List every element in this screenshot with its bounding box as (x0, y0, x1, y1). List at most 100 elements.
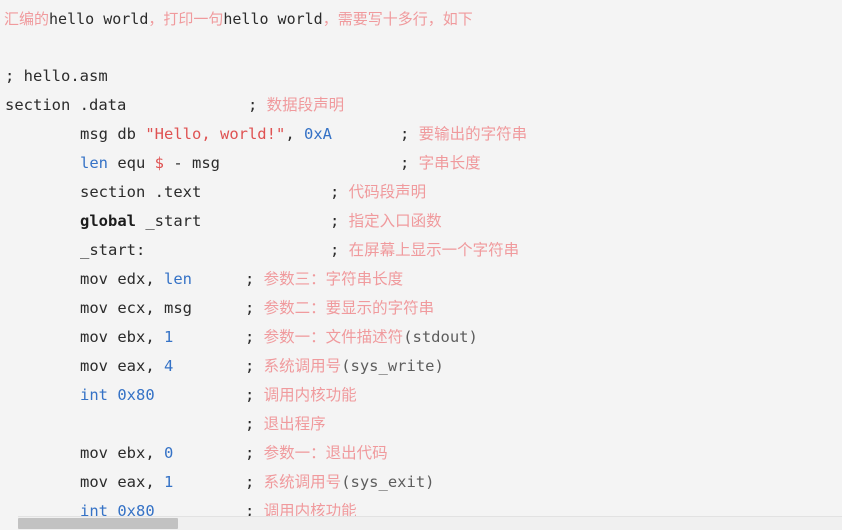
code-line: mov eax, 4 ; 系统调用号(sys_write) (0, 352, 842, 381)
code-token: 0x80 (117, 386, 155, 404)
code-token: section .data (5, 96, 127, 114)
code-line-comment: ; 参数一：文件描述符(stdout) (245, 323, 478, 352)
code-line: mov edx, len; 参数三：字符串长度 (0, 265, 842, 294)
comment-text: 退出程序 (254, 415, 326, 433)
comment-semicolon: ; (245, 415, 255, 433)
comment-semicolon: ; (330, 212, 340, 230)
code-line-comment: ; 参数三：字符串长度 (245, 265, 403, 294)
code-line-source: mov eax, 4 (80, 352, 173, 381)
code-line: len equ $ - msg; 字串长度 (0, 149, 842, 178)
comment-semicolon: ; (245, 357, 255, 375)
code-token: global (80, 212, 136, 230)
comment-text: 在屏幕上显示一个字符串 (339, 241, 520, 259)
code-line-comment: ; 参数二：要显示的字符串 (245, 294, 434, 323)
comment-semicolon: ; (245, 386, 255, 404)
horizontal-scrollbar-thumb[interactable] (18, 518, 178, 529)
comment-semicolon: ; (400, 154, 410, 172)
comment-text: 字串长度 (409, 154, 481, 172)
code-token: 1 (164, 328, 174, 346)
code-token: 1 (164, 473, 174, 491)
comment-text: 参数一：文件描述符 (254, 328, 404, 346)
code-line-comment: ; 在屏幕上显示一个字符串 (330, 236, 519, 265)
comment-text: 数据段声明 (257, 96, 345, 114)
code-line-source: global _start (80, 207, 201, 236)
code-line: mov eax, 1 ; 系统调用号(sys_exit) (0, 468, 842, 497)
comment-semicolon: ; (245, 270, 255, 288)
code-line-comment: ; 要输出的字符串 (400, 120, 527, 149)
code-line-comment: ; 系统调用号(sys_write) (245, 352, 444, 381)
code-token: mov eax, (80, 473, 164, 491)
comment-text: 调用内核功能 (254, 386, 357, 404)
intro-segment: ，打印一句 (148, 10, 224, 28)
comment-semicolon: ; (248, 96, 258, 114)
code-token: , (285, 125, 304, 143)
code-token: "Hello, world!" (145, 125, 286, 143)
code-line: msg db "Hello, world!", 0xA; 要输出的字符串 (0, 120, 842, 149)
comment-text: 参数二：要显示的字符串 (254, 299, 435, 317)
comment-semicolon: ; (245, 299, 255, 317)
comment-ascii-text: (sys_write) (341, 357, 444, 375)
comment-text: 指定入口函数 (339, 212, 442, 230)
code-line-comment: ; 代码段声明 (330, 178, 426, 207)
code-line: mov ebx, 1 ; 参数一：文件描述符(stdout) (0, 323, 842, 352)
code-line-source: len equ $ - msg (80, 149, 220, 178)
code-line: section .text; 代码段声明 (0, 178, 842, 207)
intro-segment: ，需要写十多行，如下 (322, 10, 473, 28)
code-line: mov ebx, 0; 参数一：退出代码 (0, 439, 842, 468)
code-token: ; hello.asm (5, 67, 108, 85)
code-line: mov ecx, msg; 参数二：要显示的字符串 (0, 294, 842, 323)
code-token: mov ebx, (80, 328, 164, 346)
code-line-source: mov ebx, 1 (80, 323, 173, 352)
code-token: equ (108, 154, 155, 172)
code-line: ; hello.asm (0, 62, 842, 91)
code-line-comment: ; 系统调用号(sys_exit) (245, 468, 435, 497)
code-line-source: section .data (5, 91, 126, 120)
code-line: ; 退出程序 (0, 410, 842, 439)
code-token: mov edx, (80, 270, 164, 288)
intro-paragraph: 汇编的hello world，打印一句hello world，需要写十多行，如下 (4, 8, 473, 30)
code-line-source: msg db "Hello, world!", 0xA (80, 120, 332, 149)
code-line-source: section .text (80, 178, 201, 207)
comment-ascii-text: (sys_exit) (341, 473, 435, 491)
code-line-source: mov eax, 1 (80, 468, 173, 497)
code-token: _start: (80, 241, 146, 259)
comment-text: 要输出的字符串 (409, 125, 528, 143)
intro-segment: hello world (223, 10, 323, 28)
code-token: - msg (164, 154, 221, 172)
code-line-comment: ; 退出程序 (245, 410, 326, 439)
comment-text: 参数一：退出代码 (254, 444, 388, 462)
code-token: mov eax, (80, 357, 164, 375)
intro-segment: hello world (49, 10, 149, 28)
code-token: msg db (80, 125, 146, 143)
code-token: _start (136, 212, 202, 230)
comment-text: 代码段声明 (339, 183, 427, 201)
code-token: int (80, 386, 108, 404)
comment-semicolon: ; (400, 125, 410, 143)
code-token: section .text (80, 183, 202, 201)
code-line-comment: ; 字串长度 (400, 149, 481, 178)
code-line-source: int 0x80 (80, 381, 155, 410)
code-line-source: _start: (80, 236, 145, 265)
code-line: _start:; 在屏幕上显示一个字符串 (0, 236, 842, 265)
comment-semicolon: ; (245, 444, 255, 462)
code-line: int 0x80; 调用内核功能 (0, 381, 842, 410)
code-token: $ (154, 154, 165, 172)
code-line-comment: ; 参数一：退出代码 (245, 439, 388, 468)
code-line-comment: ; 调用内核功能 (245, 381, 357, 410)
code-block: ; hello.asm section .data; 数据段声明 msg db "H… (0, 62, 842, 526)
code-token: mov ebx, (80, 444, 164, 462)
code-line: global _start; 指定入口函数 (0, 207, 842, 236)
comment-semicolon: ; (330, 183, 340, 201)
code-line-source: ; hello.asm (5, 62, 108, 91)
comment-semicolon: ; (245, 473, 255, 491)
comment-text: 参数三：字符串长度 (254, 270, 404, 288)
code-line-comment: ; 指定入口函数 (330, 207, 442, 236)
code-line-source: mov edx, len (80, 265, 192, 294)
code-line-comment: ; 数据段声明 (248, 91, 344, 120)
code-token: mov ecx, msg (80, 299, 192, 317)
code-token: 0 (164, 444, 174, 462)
comment-semicolon: ; (330, 241, 340, 259)
code-token: len (80, 154, 108, 172)
code-line: section .data; 数据段声明 (0, 91, 842, 120)
